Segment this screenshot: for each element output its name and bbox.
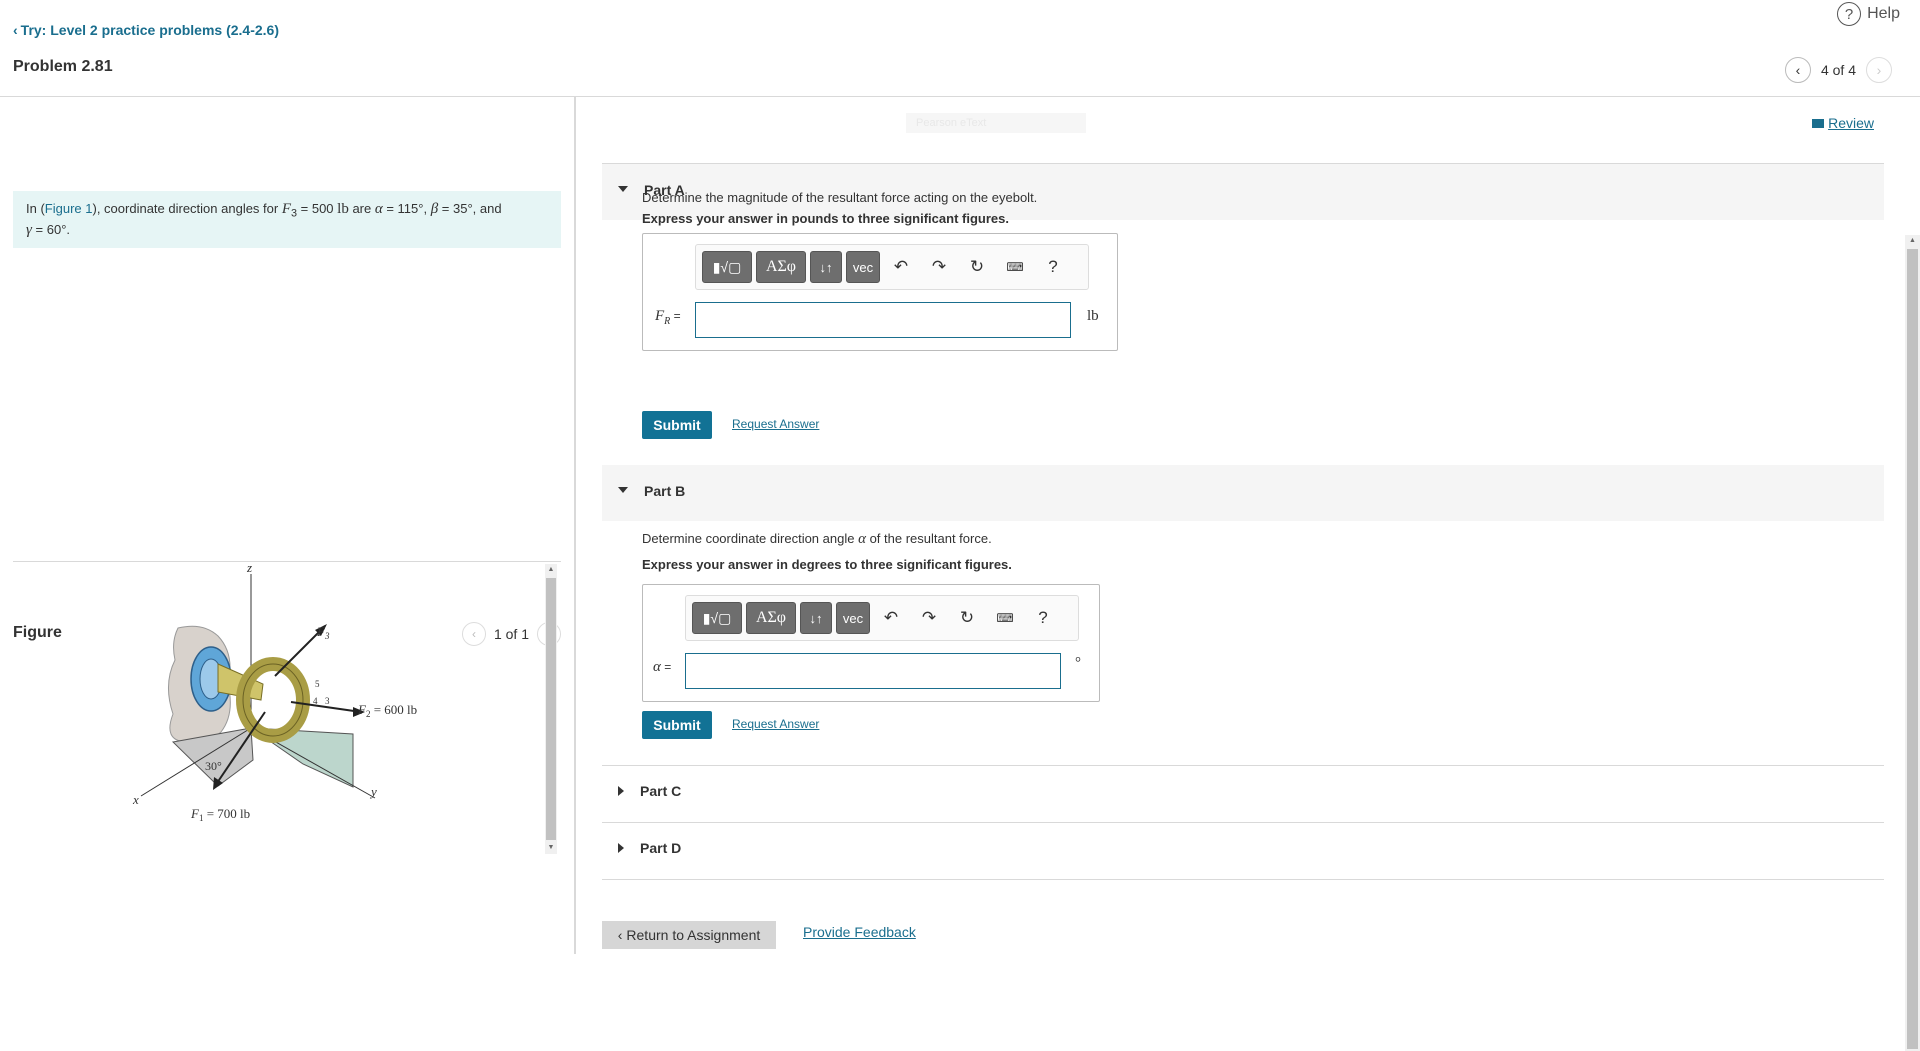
expand-triangle-icon — [618, 843, 624, 853]
part-b-submit-button[interactable]: Submit — [642, 711, 712, 739]
subscript-superscript-button[interactable]: ↓↑ — [800, 602, 832, 634]
angle-label: 30° — [205, 759, 222, 773]
f1-label: F1 = 700 lb — [190, 806, 250, 823]
previous-problem-button[interactable]: ‹ — [1784, 57, 1811, 83]
reset-icon[interactable]: ↻ — [960, 251, 994, 283]
z-axis-label: z — [246, 564, 252, 575]
f3-label: F3 — [316, 624, 330, 641]
help-question-icon[interactable]: ? — [1026, 602, 1060, 634]
part-b-request-answer-link[interactable]: Request Answer — [732, 717, 819, 731]
undo-icon[interactable]: ↶ — [874, 602, 908, 634]
subscript-superscript-button[interactable]: ↓↑ — [810, 251, 842, 283]
book-icon — [1812, 118, 1825, 128]
part-a-unit: lb — [1087, 308, 1099, 324]
part-d-header[interactable]: Part D — [602, 823, 1884, 879]
greek-symbols-button[interactable]: ΑΣφ — [746, 602, 796, 634]
etext-badge[interactable]: Pearson eText — [906, 113, 1086, 133]
help-label: Help — [1867, 5, 1900, 22]
parts-end-divider — [602, 879, 1884, 880]
undo-icon[interactable]: ↶ — [884, 251, 918, 283]
part-b-unit: ° — [1075, 655, 1081, 671]
next-problem-button[interactable]: › — [1866, 57, 1892, 83]
part-a-prompt: Determine the magnitude of the resultant… — [642, 190, 1038, 205]
back-to-assignment-link[interactable]: ‹ Try: Level 2 practice problems (2.4-2.6… — [13, 22, 279, 38]
part-a-submit-button[interactable]: Submit — [642, 411, 712, 439]
y-axis-label: y — [369, 784, 377, 799]
slope-3-label: 3 — [325, 696, 330, 706]
figure-divider — [13, 561, 561, 562]
help-button[interactable]: ? Help — [1837, 2, 1900, 26]
collapse-triangle-icon — [618, 186, 628, 192]
scroll-up-arrow-icon[interactable]: ▲ — [545, 564, 557, 576]
part-a-request-answer-link[interactable]: Request Answer — [732, 417, 819, 431]
eyebolt-ring-outline — [242, 663, 304, 737]
part-a-instruction: Express your answer in pounds to three s… — [642, 211, 1009, 226]
problem-pager: ‹ 4 of 4 › — [1784, 57, 1892, 83]
vector-button[interactable]: vec — [836, 602, 870, 634]
collapse-triangle-icon — [618, 487, 628, 493]
chevron-left-icon: ‹ — [13, 22, 18, 38]
answer-pane: Pearson eText Review Part A Determine th… — [576, 97, 1920, 1051]
part-b-answer-box: ▮√▢ ΑΣφ ↓↑ vec ↶ ↷ ↻ ⌨ ? α = ° — [642, 584, 1100, 702]
figure-scrollbar[interactable]: ▲ ▼ — [545, 564, 557, 854]
figure-scroll-thumb[interactable] — [546, 578, 556, 840]
greek-symbols-button[interactable]: ΑΣφ — [756, 251, 806, 283]
x-axis-label: x — [132, 792, 139, 807]
part-a-math-toolbar: ▮√▢ ΑΣφ ↓↑ vec ↶ ↷ ↻ ⌨ ? — [695, 244, 1089, 290]
part-b-header[interactable]: Part B — [602, 465, 1884, 521]
part-a-answer-input[interactable] — [695, 302, 1071, 338]
scroll-up-arrow-icon[interactable]: ▲ — [1905, 235, 1920, 247]
part-b-answer-input[interactable] — [685, 653, 1061, 689]
templates-button[interactable]: ▮√▢ — [692, 602, 742, 634]
redo-icon[interactable]: ↷ — [912, 602, 946, 634]
part-a-answer-box: ▮√▢ ΑΣφ ↓↑ vec ↶ ↷ ↻ ⌨ ? FR = lb — [642, 233, 1118, 351]
part-b-variable-label: α = — [653, 659, 672, 675]
review-link[interactable]: Review — [1812, 115, 1874, 131]
problem-title: Problem 2.81 — [13, 58, 113, 75]
eyebolt-diagram: z x y F3 F2 = 600 lb F1 = 700 lb 30° 5 4… — [132, 564, 417, 823]
templates-button[interactable]: ▮√▢ — [702, 251, 752, 283]
page-header: ‹ Try: Level 2 practice problems (2.4-2.6… — [0, 0, 1920, 97]
part-b-prompt: Determine coordinate direction angle α o… — [642, 531, 992, 547]
problem-intro: In (Figure 1), coordinate direction angl… — [13, 191, 561, 248]
chevron-left-icon: ‹ — [617, 927, 623, 943]
expand-triangle-icon — [618, 786, 624, 796]
pager-text: 4 of 4 — [1820, 62, 1856, 78]
part-a-variable-label: FR = — [655, 308, 681, 327]
keyboard-icon[interactable]: ⌨ — [988, 602, 1022, 634]
part-b-instruction: Express your answer in degrees to three … — [642, 557, 1012, 572]
keyboard-icon[interactable]: ⌨ — [998, 251, 1032, 283]
slope-4-label: 4 — [313, 696, 318, 706]
help-question-icon[interactable]: ? — [1036, 251, 1070, 283]
figure-image: z x y F3 F2 = 600 lb F1 = 700 lb 30° 5 4… — [13, 564, 543, 854]
main-scrollbar[interactable]: ▲ — [1905, 235, 1920, 1051]
redo-icon[interactable]: ↷ — [922, 251, 956, 283]
main-scroll-thumb[interactable] — [1907, 249, 1918, 1049]
reset-icon[interactable]: ↻ — [950, 602, 984, 634]
scroll-down-arrow-icon[interactable]: ▼ — [545, 842, 557, 854]
vector-button[interactable]: vec — [846, 251, 880, 283]
slope-5-label: 5 — [315, 679, 320, 689]
part-c-header[interactable]: Part C — [602, 766, 1884, 822]
provide-feedback-link[interactable]: Provide Feedback — [803, 924, 916, 940]
part-b-math-toolbar: ▮√▢ ΑΣφ ↓↑ vec ↶ ↷ ↻ ⌨ ? — [685, 595, 1079, 641]
f2-label: F2 = 600 lb — [357, 702, 417, 719]
return-to-assignment-button[interactable]: ‹ Return to Assignment — [602, 921, 776, 949]
figure-link[interactable]: Figure 1 — [45, 201, 93, 216]
question-circle-icon: ? — [1837, 2, 1862, 26]
